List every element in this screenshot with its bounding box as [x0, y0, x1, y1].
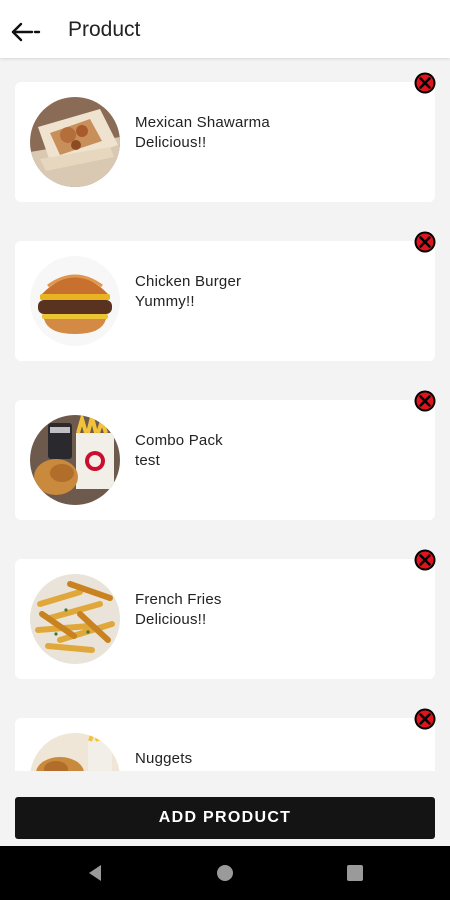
page-title: Product	[68, 18, 141, 41]
close-circle-icon	[414, 390, 436, 412]
app-bar: Product	[0, 0, 450, 58]
product-card[interactable]: French Fries Delicious!!	[15, 559, 435, 679]
nav-recents-button[interactable]	[345, 863, 365, 883]
square-recents-icon	[347, 865, 363, 881]
close-circle-icon	[414, 708, 436, 730]
arrow-left-icon	[11, 22, 41, 42]
remove-product-button[interactable]	[414, 549, 436, 571]
nuggets-image	[30, 733, 120, 771]
product-name: Nuggets	[135, 750, 193, 767]
product-card[interactable]: Nuggets	[15, 718, 435, 771]
close-circle-icon	[414, 549, 436, 571]
nav-home-button[interactable]	[215, 863, 235, 883]
close-circle-icon	[414, 231, 436, 253]
triangle-back-icon	[89, 865, 101, 881]
remove-product-button[interactable]	[414, 231, 436, 253]
product-card[interactable]: Combo Pack test	[15, 400, 435, 520]
circle-home-icon	[217, 865, 233, 881]
product-description: Delicious!!	[135, 611, 207, 628]
product-card[interactable]: Mexican Shawarma Delicious!!	[15, 82, 435, 202]
close-circle-icon	[414, 72, 436, 94]
burger-image	[30, 256, 120, 346]
product-card[interactable]: Chicken Burger Yummy!!	[15, 241, 435, 361]
remove-product-button[interactable]	[414, 72, 436, 94]
add-product-button[interactable]: ADD PRODUCT	[15, 797, 435, 839]
product-list[interactable]: Mexican Shawarma Delicious!! Chicken Bur…	[0, 58, 450, 771]
system-nav-bar	[0, 846, 450, 900]
nav-back-button[interactable]	[85, 863, 105, 883]
product-description: test	[135, 452, 160, 469]
combo-pack-image	[30, 415, 120, 505]
product-description: Delicious!!	[135, 134, 207, 151]
product-name: French Fries	[135, 591, 222, 608]
remove-product-button[interactable]	[414, 708, 436, 730]
product-name: Combo Pack	[135, 432, 223, 449]
product-name: Chicken Burger	[135, 273, 242, 290]
shawarma-image	[30, 97, 120, 187]
fries-image	[30, 574, 120, 664]
product-name: Mexican Shawarma	[135, 114, 270, 131]
remove-product-button[interactable]	[414, 390, 436, 412]
product-description: Yummy!!	[135, 293, 195, 310]
back-button[interactable]	[8, 16, 48, 48]
